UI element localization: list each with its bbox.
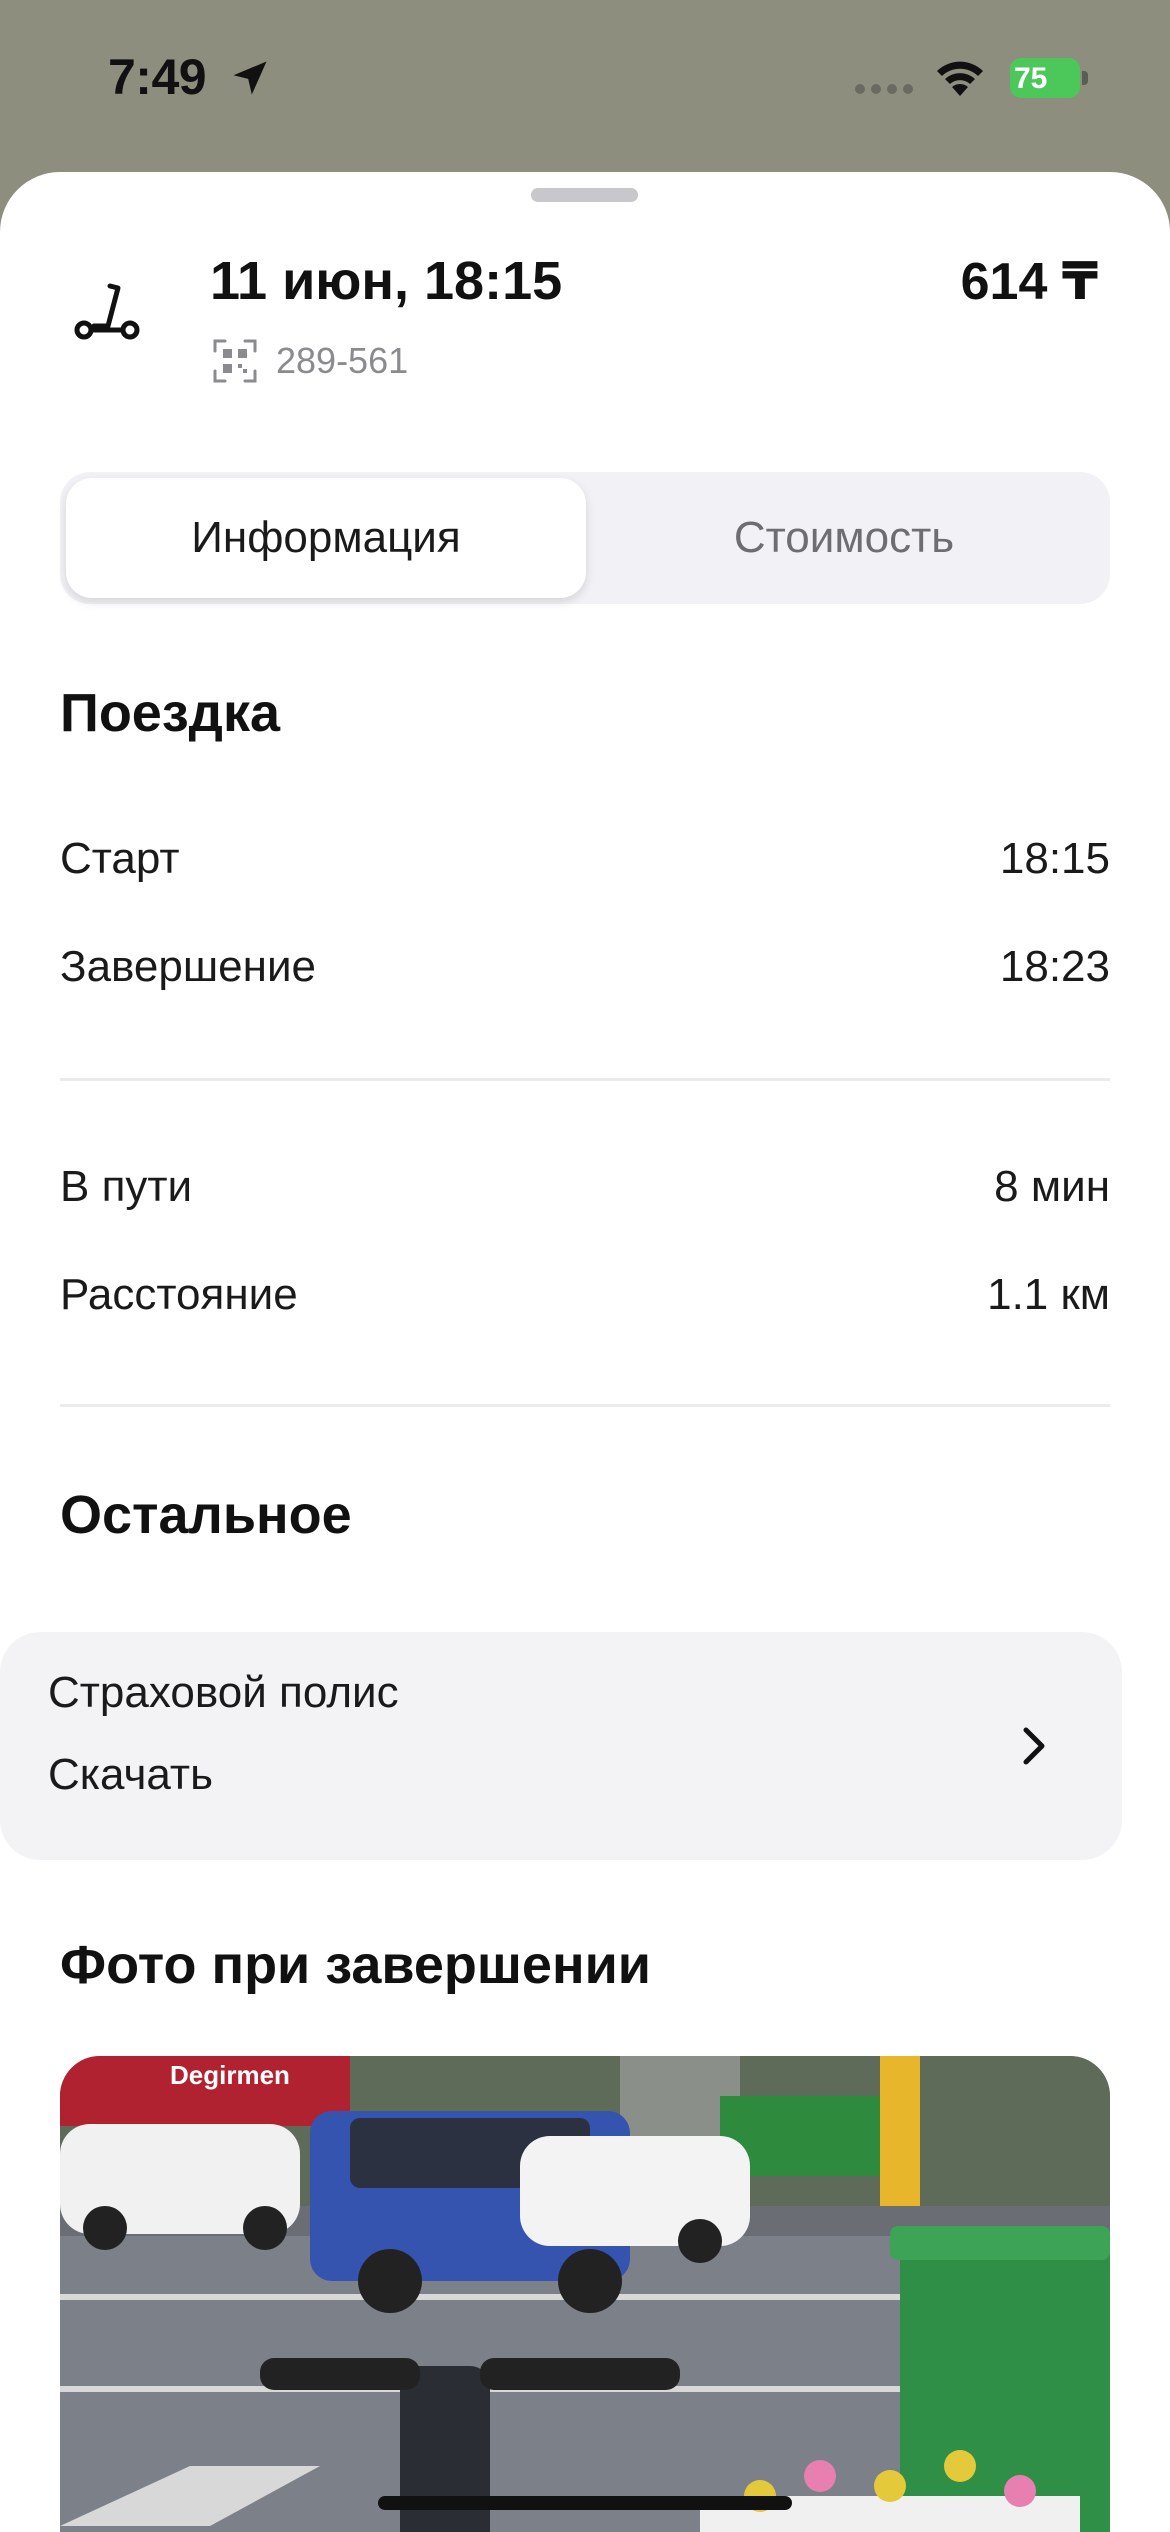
insurance-title: Страховой полис (48, 1668, 399, 1717)
insurance-download-label: Скачать (48, 1750, 213, 1799)
segmented-control: Информация Стоимость (60, 472, 1110, 604)
distance-label: Расстояние (60, 1270, 298, 1319)
start-value: 18:15 (999, 834, 1110, 883)
duration-value: 8 мин (994, 1162, 1110, 1211)
sheet-grabber[interactable] (531, 188, 638, 202)
home-indicator (378, 2496, 792, 2510)
distance-value: 1.1 км (987, 1270, 1110, 1319)
street-photo-illustration: Degirmen (60, 2056, 1110, 2532)
location-arrow-icon (233, 61, 267, 95)
cellular-signal-icon (855, 84, 913, 94)
other-section-title: Остальное (60, 1485, 352, 1545)
scooter-id: 289-561 (276, 340, 409, 381)
photo-section-title: Фото при завершении (60, 1935, 651, 1995)
status-time: 7:49 (108, 49, 207, 105)
battery-icon: 75 (1010, 58, 1088, 98)
qr-code-icon (213, 339, 257, 383)
duration-label: В пути (60, 1162, 193, 1211)
end-value: 18:23 (999, 942, 1110, 991)
divider (60, 1078, 1110, 1081)
shop-sign-text: Degirmen (170, 2060, 290, 2090)
insurance-card[interactable]: Страховой полис Скачать (0, 1632, 1122, 1860)
start-label: Старт (60, 834, 180, 883)
battery-level: 75 (1014, 62, 1048, 95)
status-bar: 7:49 75 (0, 0, 1170, 160)
trip-details-sheet: 11 июн, 18:15 289-561 614 ₸ Информация С… (0, 172, 1170, 2532)
divider (60, 1404, 1110, 1407)
ride-section-title: Поездка (60, 683, 281, 743)
trip-title: 11 июн, 18:15 (210, 251, 563, 311)
tab-cost[interactable]: Стоимость (584, 478, 1104, 598)
scooter-icon (74, 283, 140, 340)
wifi-icon (937, 61, 983, 96)
tab-info[interactable]: Информация (66, 478, 586, 598)
end-ride-photo[interactable]: Degirmen (60, 2056, 1110, 2532)
screen: 7:49 75 11 июн, 18:15 289-561 614 ₸ Инфо… (0, 0, 1170, 2532)
battery-body: 75 (1010, 58, 1080, 98)
end-label: Завершение (60, 942, 316, 991)
battery-cap (1082, 71, 1088, 85)
trip-price: 614 ₸ (960, 253, 1098, 311)
chevron-right-icon (1023, 1727, 1045, 1765)
